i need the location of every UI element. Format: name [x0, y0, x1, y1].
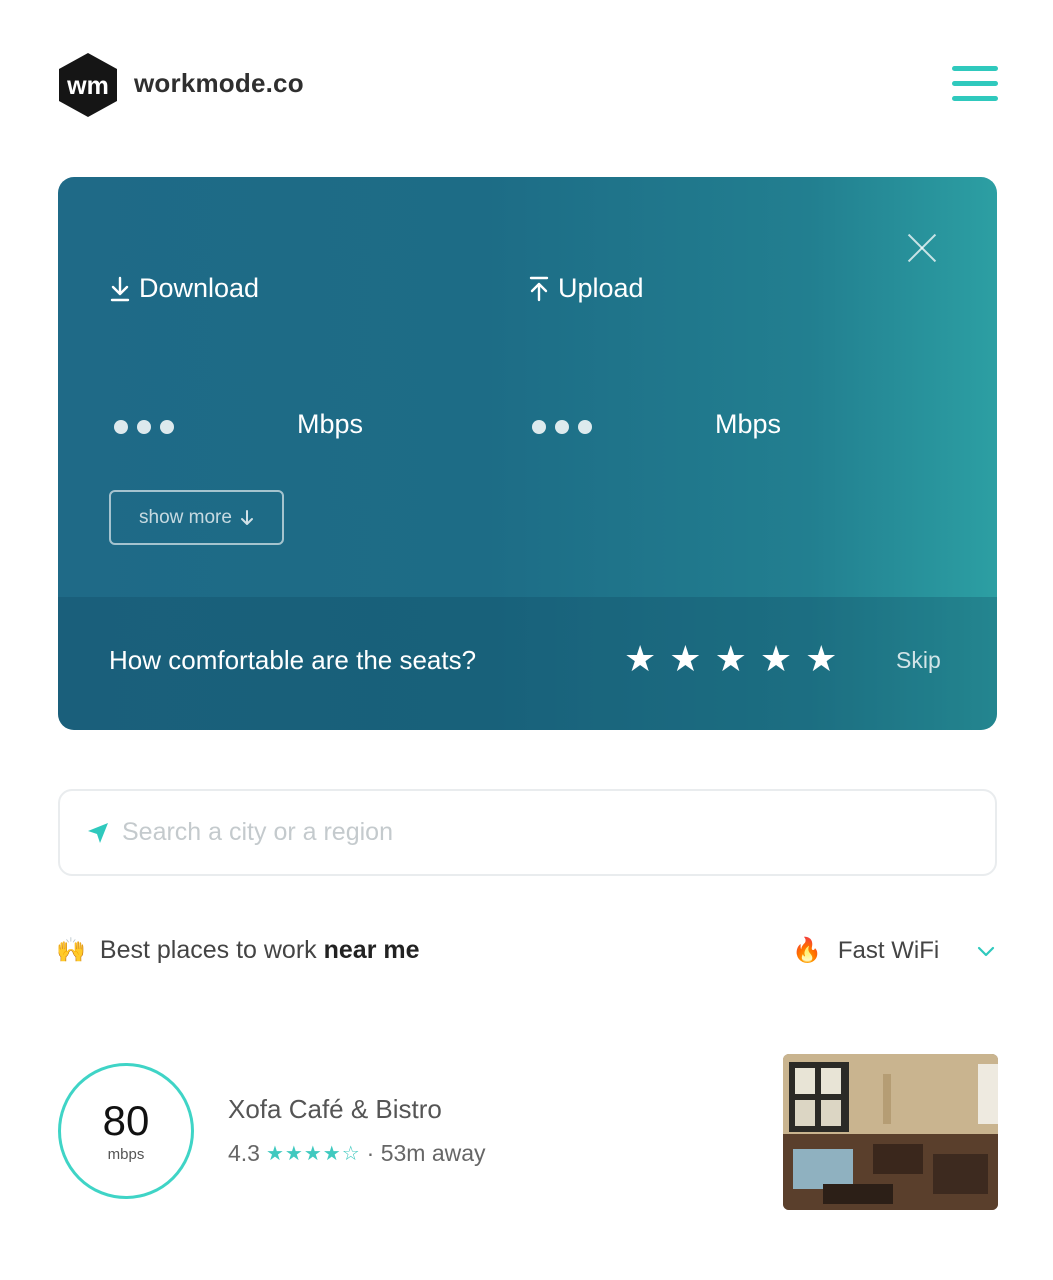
star-icon[interactable]: ★ [760, 641, 792, 677]
location-arrow-icon [88, 822, 108, 843]
search-bar[interactable] [58, 789, 997, 876]
place-meta: 4.3 ★★★★☆ · 53m away [228, 1140, 486, 1167]
fire-icon: 🔥 [792, 937, 822, 964]
chevron-down-icon [978, 946, 995, 956]
star-icon[interactable]: ★ [669, 641, 701, 677]
download-label: Download [109, 273, 259, 304]
seat-rating-bar: How comfortable are the seats? ★ ★ ★ ★ ★… [58, 597, 997, 730]
rating-value: 4.3 [228, 1140, 260, 1166]
distance: · 53m away [366, 1140, 486, 1166]
filter-label: Fast WiFi [837, 936, 940, 964]
workmode-logo[interactable]: wm [56, 52, 120, 118]
upload-icon [529, 276, 549, 301]
speed-test-card: Download Mbps Upload Mbps show more How … [58, 177, 997, 730]
close-icon[interactable] [904, 229, 940, 265]
place-thumbnail [783, 1054, 998, 1210]
upload-label: Upload [528, 273, 644, 304]
speed-value: 80 [102, 1096, 150, 1144]
place-list-item[interactable]: 80 mbps Xofa Café & Bistro 4.3 ★★★★☆ · 5… [56, 1052, 998, 1212]
raised-hands-icon: 🙌 [56, 937, 86, 964]
place-name: Xofa Café & Bistro [228, 1094, 442, 1124]
seat-rating-stars[interactable]: ★ ★ ★ ★ ★ [624, 641, 837, 677]
hamburger-menu-button[interactable] [952, 66, 998, 102]
show-more-button[interactable]: show more [109, 490, 284, 545]
skip-button[interactable]: Skip [896, 647, 941, 674]
wifi-speed-badge: 80 mbps [58, 1063, 194, 1199]
arrow-down-icon [240, 509, 253, 525]
brand-name: workmode.co [134, 68, 304, 98]
sort-filter-dropdown[interactable]: 🔥 Fast WiFi [792, 936, 997, 965]
svg-text:wm: wm [66, 72, 109, 100]
download-unit: Mbps [297, 409, 364, 439]
header: wm workmode.co [0, 0, 1053, 170]
download-loading-dots [114, 420, 174, 434]
star-icon[interactable]: ★ [805, 641, 837, 677]
speed-results: Download Mbps Upload Mbps show more [58, 177, 997, 597]
upload-unit: Mbps [715, 409, 782, 439]
search-input[interactable] [122, 818, 922, 847]
upload-loading-dots [532, 420, 592, 434]
star-icon[interactable]: ★ [624, 641, 656, 677]
download-icon [110, 276, 130, 301]
rating-stars: ★★★★☆ [265, 1143, 361, 1165]
section-title: 🙌 Best places to work near me [56, 936, 420, 964]
star-icon[interactable]: ★ [715, 641, 747, 677]
speed-unit: mbps [107, 1145, 145, 1163]
rating-question: How comfortable are the seats? [109, 645, 477, 675]
